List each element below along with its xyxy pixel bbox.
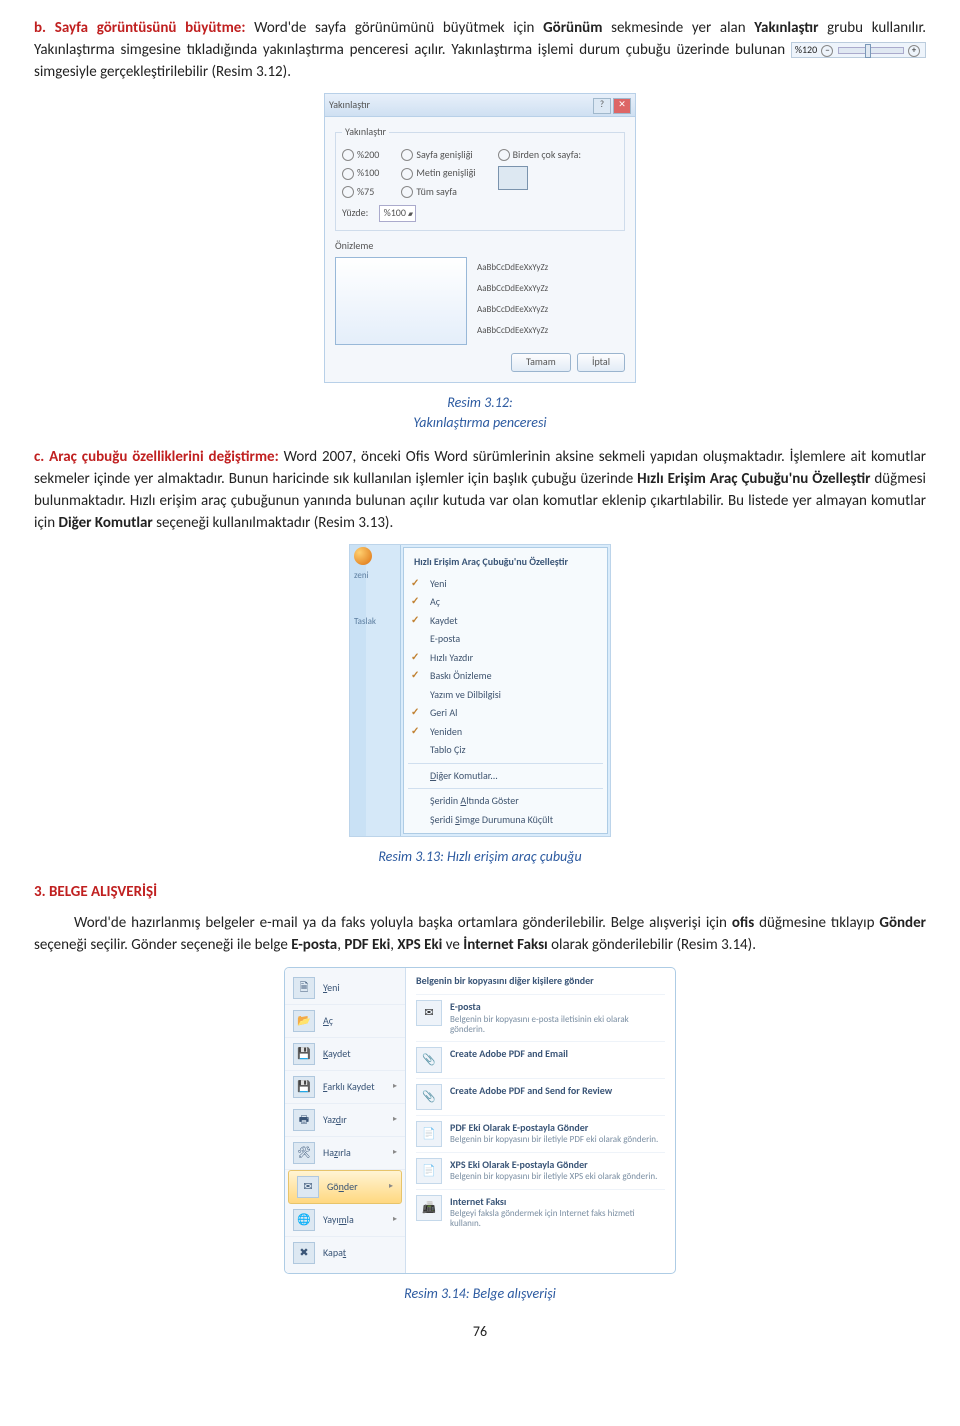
radio-icon — [401, 149, 413, 161]
qat-header: Hızlı Erişim Araç Çubuğu'nu Özelleştir — [404, 552, 607, 575]
page-number: 76 — [34, 1322, 926, 1342]
check-icon: ✓ — [411, 650, 419, 665]
zoom-in-icon: + — [908, 45, 920, 57]
send-option: 📠Internet FaksıBelgeyi faksla göndermek … — [416, 1189, 665, 1235]
office-menu-item: 🗎Yeni — [285, 972, 405, 1005]
menu-item: ✓Kaydet — [404, 612, 607, 631]
menu-item: ✓Aç — [404, 593, 607, 612]
open-icon: 📂 — [293, 1010, 315, 1032]
chevron-right-icon: ▸ — [393, 1214, 397, 1226]
menu-item: Tablo Çiz — [404, 741, 607, 760]
preview-page-icon — [335, 257, 467, 345]
menu-item: ✓Yeni — [404, 575, 607, 594]
chevron-right-icon: ▸ — [393, 1147, 397, 1159]
menu-item: E-posta — [404, 630, 607, 649]
check-icon: ✓ — [411, 668, 419, 683]
para-c-lead: c. Araç çubuğu özelliklerini değiştirme: — [34, 448, 279, 466]
menu-item: ✓Geri Al — [404, 704, 607, 723]
send-icon: ✉ — [297, 1176, 319, 1198]
send-menu: 🗎Yeni 📂Aç 💾Kaydet 💾Farklı Kaydet▸ 🖶Yazdı… — [284, 967, 676, 1274]
mail-icon: ✉ — [416, 1000, 442, 1026]
percent-spinner: %100 — [379, 205, 416, 222]
fax-icon: 📠 — [416, 1195, 442, 1221]
print-icon: 🖶 — [293, 1109, 315, 1131]
pdf-icon: 📄 — [416, 1121, 442, 1147]
menu-item-below: Şeridin Altında Göster — [404, 792, 607, 811]
pdf-mail-icon: 📎 — [416, 1047, 442, 1073]
close-doc-icon: ✖ — [293, 1242, 315, 1264]
figure-3-13: zeni Taslak Hızlı Erişim Araç Çubuğu'nu … — [34, 544, 926, 837]
zoom-dialog: Yakınlaştır ?✕ Yakınlaştır %200 %100 %75… — [324, 93, 636, 383]
radio-icon — [342, 186, 354, 198]
ok-button: Tamam — [511, 353, 571, 372]
menu-item-more: Diğer Komutlar... — [404, 767, 607, 786]
office-menu-item: 🛠Hazırla▸ — [285, 1137, 405, 1170]
office-menu-item: 📂Aç — [285, 1005, 405, 1038]
chevron-right-icon: ▸ — [393, 1081, 397, 1093]
menu-item: Yazım ve Dilbilgisi — [404, 686, 607, 705]
menu-item: ✓Yeniden — [404, 723, 607, 742]
zoom-out-icon: − — [821, 45, 833, 57]
check-icon: ✓ — [411, 594, 419, 609]
menu-item: ✓Hızlı Yazdır — [404, 649, 607, 668]
xps-icon: 📄 — [416, 1158, 442, 1184]
menu-item-minimize: Şeridi Simge Durumuna Küçült — [404, 811, 607, 830]
send-option: ✉E-postaBelgenin bir kopyasını e-posta i… — [416, 994, 665, 1040]
send-option: 📄XPS Eki Olarak E-postayla GönderBelgeni… — [416, 1152, 665, 1189]
para-b-lead: b. Sayfa görüntüsünü büyütme: — [34, 19, 245, 37]
office-menu-item: 🖶Yazdır▸ — [285, 1104, 405, 1137]
help-icon: ? — [593, 98, 611, 114]
check-icon: ✓ — [411, 613, 419, 628]
menu-item: ✓Baskı Önizleme — [404, 667, 607, 686]
caption-3-14: Resim 3.14: Belge alışverişi — [34, 1284, 926, 1304]
radio-icon — [342, 149, 354, 161]
new-icon: 🗎 — [293, 977, 315, 999]
check-icon: ✓ — [411, 705, 419, 720]
radio-icon — [401, 168, 413, 180]
figure-3-14: 🗎Yeni 📂Aç 💾Kaydet 💾Farklı Kaydet▸ 🖶Yazdı… — [34, 967, 926, 1274]
publish-icon: 🌐 — [293, 1209, 315, 1231]
radio-icon — [401, 186, 413, 198]
office-menu-item: 🌐Yayımla▸ — [285, 1204, 405, 1237]
radio-icon — [342, 168, 354, 180]
send-panel-header: Belgenin bir kopyasını diğer kişilere gö… — [416, 974, 665, 989]
zoom-inline-widget: %120 − + — [791, 42, 926, 59]
send-option: 📄PDF Eki Olarak E-postayla GönderBelgeni… — [416, 1115, 665, 1152]
paragraph-c: c. Araç çubuğu özelliklerini değiştirme:… — [34, 447, 926, 534]
cancel-button: İptal — [577, 353, 625, 372]
radio-icon — [498, 149, 510, 161]
caption-3-13: Resim 3.13: Hızlı erişim araç çubuğu — [34, 847, 926, 867]
office-menu-item: 💾Kaydet — [285, 1038, 405, 1071]
monitor-icon — [498, 166, 528, 190]
save-icon: 💾 — [293, 1043, 315, 1065]
figure-3-12: Yakınlaştır ?✕ Yakınlaştır %200 %100 %75… — [34, 93, 926, 383]
preview-text: AaBbCcDdEeXxYyZz AaBbCcDdEeXxYyZz AaBbCc… — [477, 257, 548, 345]
office-menu-item-send: ✉Gönder▸ — [288, 1170, 402, 1204]
send-option: 📎Create Adobe PDF and Send for Review — [416, 1078, 665, 1115]
section-3-heading: 3. BELGE ALIŞVERİŞİ — [34, 882, 926, 904]
chevron-right-icon: ▸ — [389, 1181, 393, 1193]
zoom-slider-icon — [838, 47, 904, 54]
qat-menu: zeni Taslak Hızlı Erişim Araç Çubuğu'nu … — [349, 544, 611, 837]
saveas-icon: 💾 — [293, 1076, 315, 1098]
zoom-dialog-titlebar: Yakınlaştır ?✕ — [325, 94, 635, 117]
office-menu-item: ✖Kapat — [285, 1237, 405, 1269]
send-option: 📎Create Adobe PDF and Email — [416, 1041, 665, 1078]
check-icon: ✓ — [411, 724, 419, 739]
paragraph-3: Word'de hazırlanmış belgeler e-mail ya d… — [34, 913, 926, 957]
close-icon: ✕ — [613, 98, 631, 114]
check-icon: ✓ — [411, 576, 419, 591]
prepare-icon: 🛠 — [293, 1142, 315, 1164]
office-menu-item: 💾Farklı Kaydet▸ — [285, 1071, 405, 1104]
chevron-right-icon: ▸ — [393, 1114, 397, 1126]
pdf-review-icon: 📎 — [416, 1084, 442, 1110]
paragraph-b: b. Sayfa görüntüsünü büyütme: Word'de sa… — [34, 18, 926, 83]
caption-3-12: Resim 3.12:Yakınlaştırma penceresi — [34, 393, 926, 434]
